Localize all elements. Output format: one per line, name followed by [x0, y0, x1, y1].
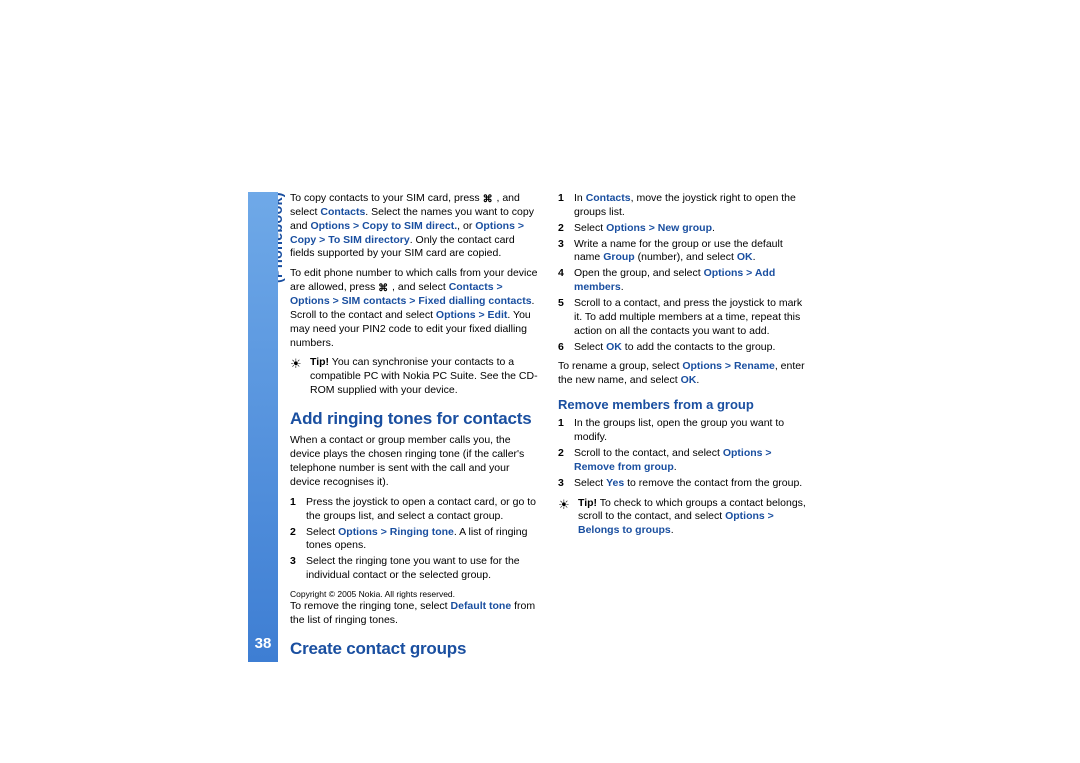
link-options-edit: Options > Edit — [436, 309, 507, 321]
tip-belongs-to: ☀ Tip! To check to which groups a contac… — [558, 497, 806, 539]
steps-ringing-tones: Press the joystick to open a contact car… — [290, 496, 538, 583]
step: Open the group, and select Options > Add… — [558, 267, 806, 295]
para-ringing-tones: When a contact or group member calls you… — [290, 434, 538, 489]
page-number: 38 — [255, 635, 272, 652]
body-content: To copy contacts to your SIM card, press… — [290, 192, 806, 662]
link-yes: Yes — [606, 477, 624, 489]
link-ok: OK — [681, 374, 697, 386]
link-ok: OK — [737, 251, 753, 263]
tip-icon: ☀ — [290, 356, 310, 398]
link-ok: OK — [606, 341, 622, 353]
link-contacts: Contacts — [586, 192, 631, 204]
step: Write a name for the group or use the de… — [558, 238, 806, 266]
steps-remove-members: In the groups list, open the group you w… — [558, 417, 806, 490]
step: In the groups list, open the group you w… — [558, 417, 806, 445]
tip-label: Tip! — [578, 497, 597, 509]
tip-label: Tip! — [310, 356, 329, 368]
menu-key-icon: ⌘ — [483, 193, 494, 204]
copyright-footer: Copyright © 2005 Nokia. All rights reser… — [290, 589, 538, 600]
heading-add-ringing-tones: Add ringing tones for contacts — [290, 408, 538, 430]
link-ringing-tone: Options > Ringing tone — [338, 526, 454, 538]
page-number-bar: 38 — [248, 192, 278, 662]
step: Select the ringing tone you want to use … — [290, 555, 538, 583]
para-edit-fixed-dialling: To edit phone number to which calls from… — [290, 267, 538, 350]
link-default-tone: Default tone — [451, 600, 512, 612]
step: In Contacts, move the joystick right to … — [558, 192, 806, 220]
link-rename: Options > Rename — [682, 360, 774, 372]
step: Scroll to the contact, and select Option… — [558, 447, 806, 475]
para-rename-group: To rename a group, select Options > Rena… — [558, 360, 806, 388]
step: Press the joystick to open a contact car… — [290, 496, 538, 524]
step: Select Options > New group. — [558, 222, 806, 236]
tip-sync: ☀ Tip! You can synchronise your contacts… — [290, 356, 538, 398]
step: Select OK to add the contacts to the gro… — [558, 341, 806, 355]
link-group-name: Group — [603, 251, 635, 263]
step: Select Yes to remove the contact from th… — [558, 477, 806, 491]
step: Select Options > Ringing tone. A list of… — [290, 526, 538, 554]
heading-create-groups: Create contact groups — [290, 638, 538, 660]
document-page: Contacts (Phonebook) 38 To copy contacts… — [0, 0, 1080, 763]
link-copy-sim-direct: Options > Copy to SIM direct. — [310, 220, 457, 232]
heading-remove-members: Remove members from a group — [558, 396, 806, 413]
tip-icon: ☀ — [558, 497, 578, 539]
step: Scroll to a contact, and press the joyst… — [558, 297, 806, 339]
para-remove-tone: To remove the ringing tone, select Defau… — [290, 600, 538, 628]
para-copy-sim: To copy contacts to your SIM card, press… — [290, 192, 538, 261]
link-new-group: Options > New group — [606, 222, 712, 234]
steps-create-groups: In Contacts, move the joystick right to … — [558, 192, 806, 354]
link-contacts: Contacts — [320, 206, 365, 218]
menu-key-icon: ⌘ — [378, 282, 389, 293]
